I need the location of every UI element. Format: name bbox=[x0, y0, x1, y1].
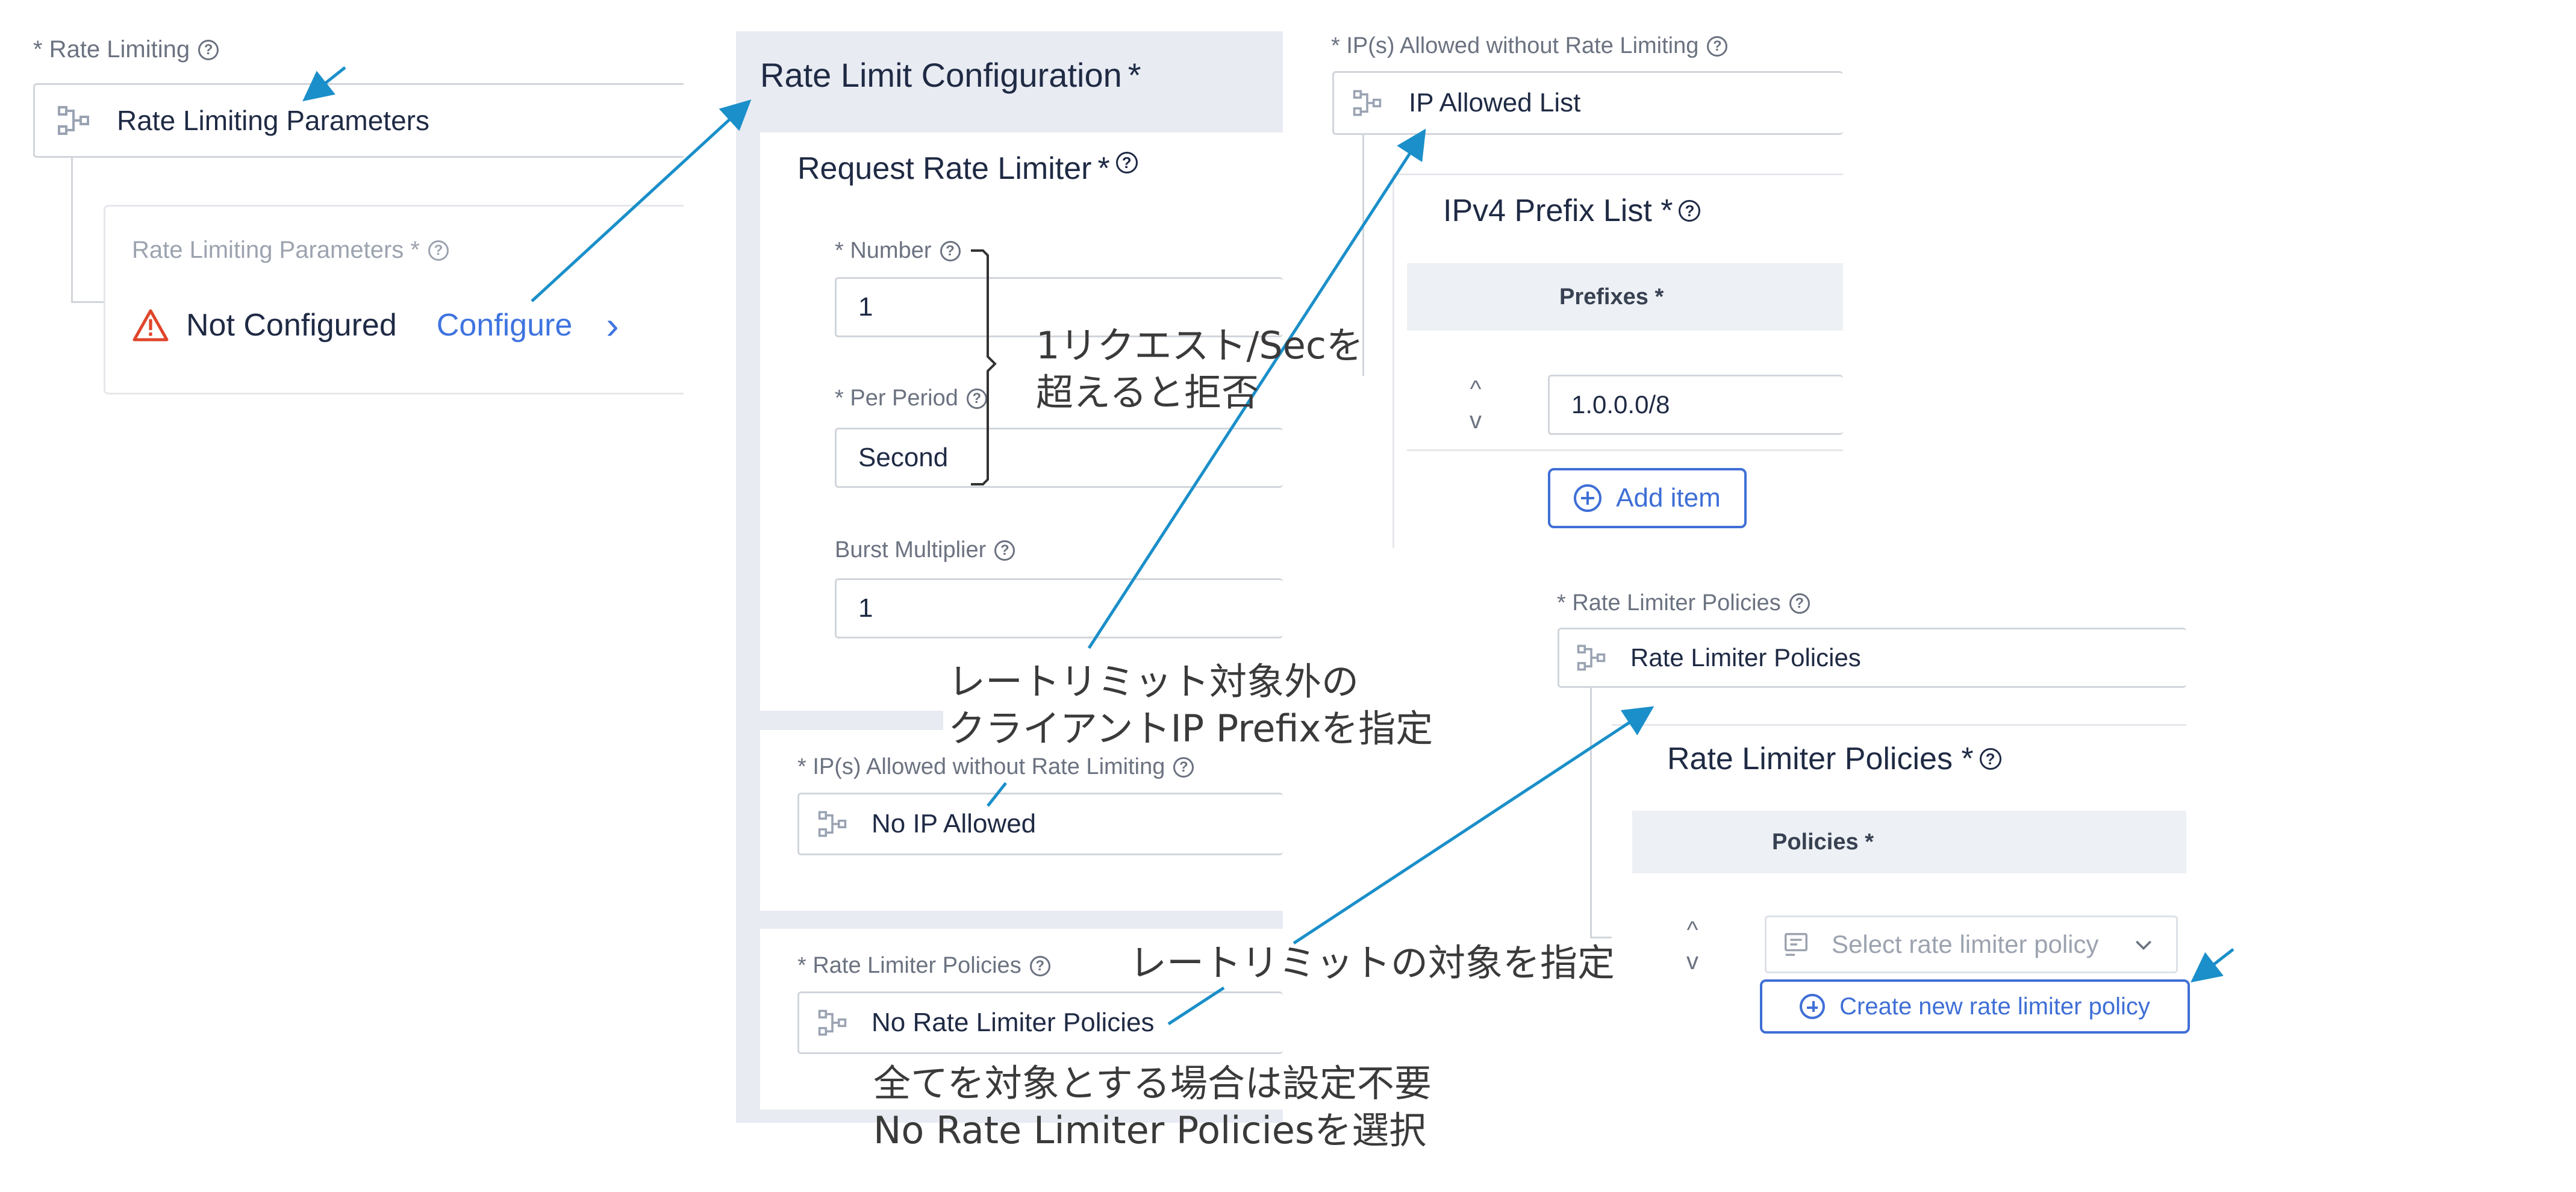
arrow bbox=[2191, 948, 2235, 983]
annotation-all-line1: 全てを対象とする場合は設定不要 bbox=[873, 1061, 1432, 1105]
arrow bbox=[531, 99, 752, 302]
range-bracket bbox=[971, 249, 997, 485]
annotation-reject-line1: 1リクエスト/Secを bbox=[1036, 323, 1364, 367]
annotation-target: レートリミットの対象を指定 bbox=[1129, 940, 1615, 987]
annotation-reject-line2: 超えると拒否 bbox=[1036, 370, 1259, 414]
annotation-ip-line2: クライアントIP Prefixを指定 bbox=[948, 706, 1433, 750]
annotation-all: 全てを対象とする場合は設定不要 No Rate Limiter Policies… bbox=[873, 1060, 1432, 1153]
arrow bbox=[302, 66, 346, 102]
arrow bbox=[1167, 986, 1225, 1026]
annotation-reject: 1リクエスト/Secを 超えると拒否 bbox=[1036, 322, 1364, 416]
arrow bbox=[987, 782, 1007, 807]
annotation-ip: レートリミット対象外の クライアントIP Prefixを指定 bbox=[943, 658, 1438, 752]
annotation-overlay bbox=[302, 66, 2235, 1026]
annotation-ip-line1: レートリミット対象外の bbox=[948, 660, 1359, 704]
annotation-target-text: レートリミットの対象を指定 bbox=[1129, 941, 1615, 985]
annotation-all-line2: No Rate Limiter Policiesを選択 bbox=[873, 1108, 1427, 1152]
